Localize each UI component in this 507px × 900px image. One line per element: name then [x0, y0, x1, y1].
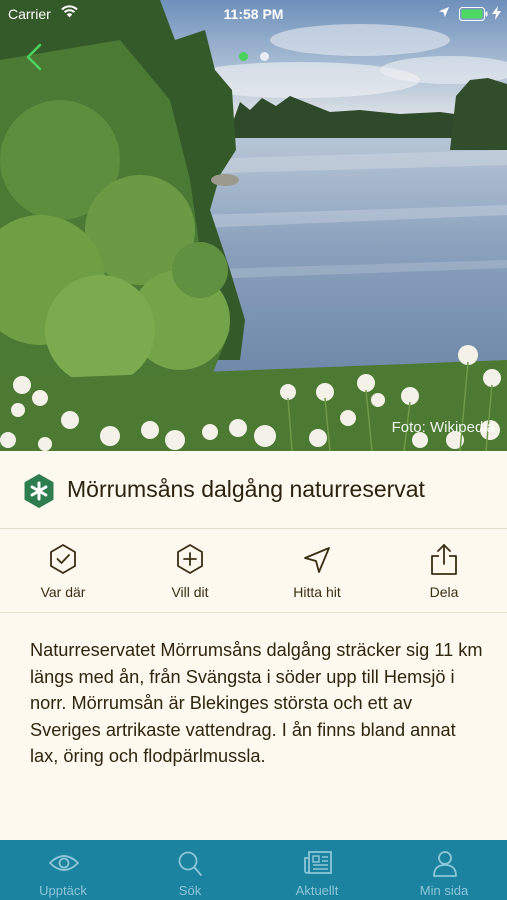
image-pager[interactable] — [239, 52, 269, 62]
place-header: Mörrumsåns dalgång naturreservat — [0, 451, 507, 529]
navigation-arrow-icon — [304, 547, 330, 573]
been-there-label: Var där — [40, 584, 86, 600]
tab-discover-label: Upptäck — [39, 883, 87, 898]
tab-news[interactable]: Aktuellt — [254, 840, 380, 900]
photo-credit: Foto: Wikipedia — [391, 419, 495, 436]
share-label: Dela — [429, 584, 459, 600]
want-to-go-button[interactable]: Vill dit — [127, 529, 253, 613]
clock: 11:58 PM — [223, 6, 284, 22]
tab-news-label: Aktuellt — [295, 883, 339, 898]
tab-my-page-label: Min sida — [419, 883, 469, 898]
search-icon — [178, 851, 202, 876]
plus-circle-icon — [177, 544, 203, 574]
share-button[interactable]: Dela — [381, 529, 507, 613]
person-icon — [433, 851, 457, 877]
share-icon — [431, 544, 457, 575]
pager-dot-active[interactable] — [239, 52, 248, 61]
tab-my-page[interactable]: Min sida — [381, 840, 507, 900]
chevron-left-icon — [26, 43, 42, 71]
action-bar: Var där Vill dit Hitta hit Dela — [0, 529, 507, 613]
location-arrow-icon — [439, 7, 449, 17]
hero-image: Carrier 11:58 PM Foto: Wikipedia — [0, 0, 507, 451]
tab-bar: Upptäck Sök Aktuellt Min sida — [0, 840, 507, 900]
newspaper-icon — [304, 851, 332, 874]
check-circle-icon — [50, 544, 76, 574]
directions-button[interactable]: Hitta hit — [254, 529, 380, 613]
want-to-go-label: Vill dit — [171, 584, 209, 600]
tab-search[interactable]: Sök — [127, 840, 253, 900]
been-there-button[interactable]: Var där — [0, 529, 126, 613]
eye-icon — [49, 855, 79, 871]
pager-dot[interactable] — [260, 52, 269, 61]
place-description: Naturreservatet Mörrumsåns dalgång sträc… — [30, 640, 483, 766]
charging-icon — [492, 6, 501, 20]
battery-icon — [459, 7, 488, 21]
lake-landscape-photo — [0, 0, 507, 451]
tab-discover[interactable]: Upptäck — [0, 840, 126, 900]
asterisk-hexagon-icon — [24, 474, 54, 508]
place-title: Mörrumsåns dalgång naturreservat — [67, 476, 425, 502]
tab-search-label: Sök — [178, 883, 202, 898]
status-bar: Carrier 11:58 PM — [0, 0, 507, 28]
directions-label: Hitta hit — [293, 584, 341, 600]
back-button[interactable] — [22, 42, 48, 72]
